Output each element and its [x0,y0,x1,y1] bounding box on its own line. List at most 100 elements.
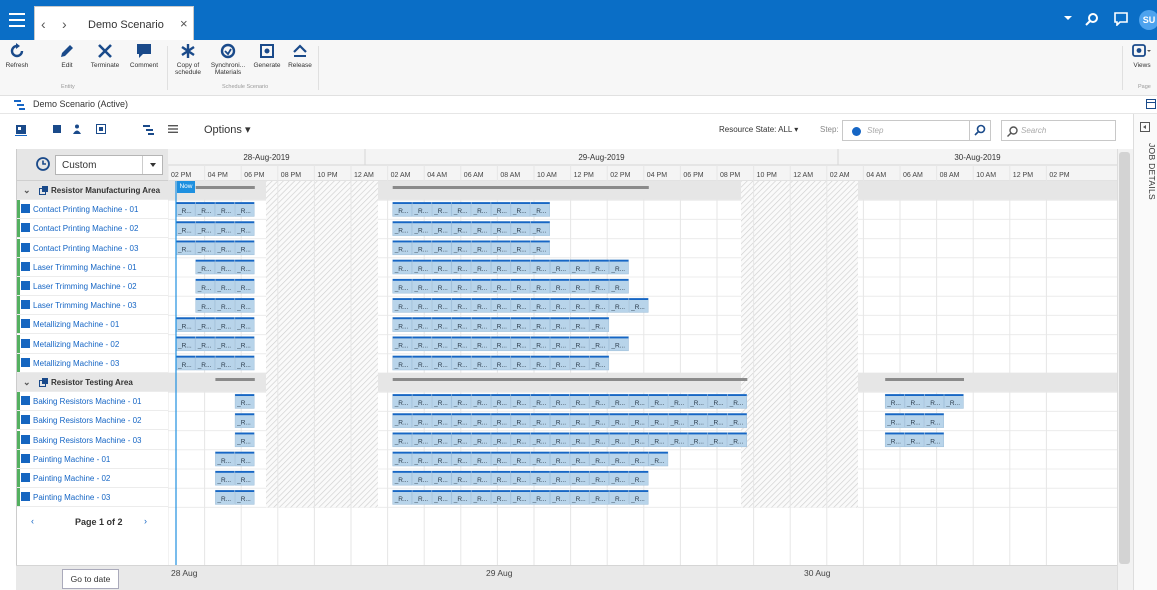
task-block[interactable]: _R... [471,317,491,332]
task-block[interactable]: _R... [569,413,590,428]
task-block[interactable]: _R... [530,355,550,371]
task-block[interactable]: _R... [451,240,472,256]
task-block[interactable]: _R... [215,336,235,352]
task-block[interactable]: _R... [589,470,610,486]
task-block[interactable]: _R... [451,470,472,486]
task-block[interactable]: _R... [628,297,649,313]
task-block[interactable]: _R... [944,393,964,409]
task-block[interactable]: _R... [510,470,531,486]
task-block[interactable]: _R... [175,317,196,332]
go-to-date-button[interactable]: Go to date [62,569,119,589]
task-block[interactable]: _R... [628,451,649,467]
task-block[interactable]: _R... [550,317,570,332]
task-block[interactable]: _R... [431,413,452,428]
task-block[interactable]: _R... [451,336,472,352]
task-block[interactable]: _R... [471,259,491,275]
task-block[interactable]: _R... [412,489,432,505]
task-block[interactable]: _R... [392,221,413,236]
task-block[interactable]: _R... [589,297,610,313]
task-block[interactable]: _R... [215,317,235,332]
task-block[interactable]: _R... [451,451,472,467]
task-block[interactable]: _R... [569,470,590,486]
task-block[interactable]: _R... [412,201,432,217]
task-block[interactable]: _R... [451,355,472,371]
task-block[interactable]: _R... [569,336,590,352]
task-block[interactable]: _R... [215,259,235,275]
task-block[interactable]: _R... [510,336,531,352]
task-block[interactable]: _R... [234,336,255,352]
task-block[interactable]: _R... [530,336,550,352]
task-block[interactable]: _R... [550,393,570,409]
task-block[interactable]: _R... [490,201,511,217]
task-block[interactable]: _R... [569,297,590,313]
task-block[interactable]: _R... [628,489,649,505]
resource-row[interactable]: Painting Machine - 01 [17,449,168,469]
task-block[interactable]: _R... [550,413,570,428]
task-block[interactable]: _R... [490,470,511,486]
task-block[interactable]: _R... [412,355,432,371]
task-block[interactable]: _R... [569,317,590,332]
task-block[interactable]: _R... [412,278,432,294]
task-block[interactable]: _R... [412,451,432,467]
task-block[interactable]: _R... [884,393,905,409]
task-block[interactable]: _R... [234,355,255,371]
task-block[interactable]: _R... [530,240,550,256]
task-block[interactable]: _R... [490,451,511,467]
task-block[interactable]: _R... [510,432,531,448]
task-block[interactable]: _R... [451,278,472,294]
task-block[interactable]: _R... [234,201,255,217]
task-block[interactable]: _R... [569,259,590,275]
task-block[interactable]: _R... [234,451,255,467]
task-block[interactable]: _R... [471,240,491,256]
task-block[interactable]: _R... [234,240,255,256]
task-block[interactable]: _R... [490,489,511,505]
task-block[interactable]: _R... [412,317,432,332]
task-block[interactable]: _R... [569,278,590,294]
task-block[interactable]: _R... [904,413,925,428]
task-block[interactable]: _R... [569,355,590,371]
task-block[interactable]: _R... [490,259,511,275]
task-block[interactable]: _R... [215,278,235,294]
task-block[interactable]: _R... [490,297,511,313]
chevron-down-icon[interactable]: ⌄ [23,373,31,391]
task-block[interactable]: _R... [550,470,570,486]
chevron-down-icon[interactable]: ⌄ [23,181,31,199]
task-block[interactable]: _R... [412,470,432,486]
task-block[interactable]: _R... [392,470,413,486]
task-block[interactable]: _R... [569,432,590,448]
task-block[interactable]: _R... [234,489,255,505]
task-block[interactable]: _R... [609,451,629,467]
task-block[interactable]: _R... [589,489,610,505]
task-block[interactable]: _R... [490,393,511,409]
task-block[interactable]: _R... [195,278,216,294]
task-block[interactable]: _R... [589,259,610,275]
resource-group-row[interactable]: ⌄ Resistor Testing Area [17,373,168,392]
task-block[interactable]: _R... [392,240,413,256]
task-block[interactable]: _R... [727,393,747,409]
task-block[interactable]: _R... [451,317,472,332]
task-block[interactable]: _R... [412,336,432,352]
task-block[interactable]: _R... [550,259,570,275]
task-block[interactable]: _R... [431,489,452,505]
task-block[interactable]: _R... [924,413,944,428]
task-block[interactable]: _R... [392,413,413,428]
task-block[interactable]: _R... [490,278,511,294]
resource-row[interactable]: Contact Printing Machine - 01 [17,200,168,220]
task-block[interactable]: _R... [609,432,629,448]
task-block[interactable]: _R... [510,413,531,428]
task-block[interactable]: _R... [234,278,255,294]
task-block[interactable]: _R... [234,432,255,448]
task-block[interactable]: _R... [490,240,511,256]
task-block[interactable]: _R... [510,221,531,236]
task-block[interactable]: _R... [510,393,531,409]
task-block[interactable]: _R... [412,240,432,256]
task-block[interactable]: _R... [609,297,629,313]
task-block[interactable]: _R... [609,336,629,352]
task-block[interactable]: _R... [904,393,925,409]
task-block[interactable]: _R... [550,336,570,352]
task-block[interactable]: _R... [431,201,452,217]
task-block[interactable]: _R... [530,317,550,332]
task-block[interactable]: _R... [530,393,550,409]
task-block[interactable]: _R... [451,201,472,217]
task-block[interactable]: _R... [471,355,491,371]
